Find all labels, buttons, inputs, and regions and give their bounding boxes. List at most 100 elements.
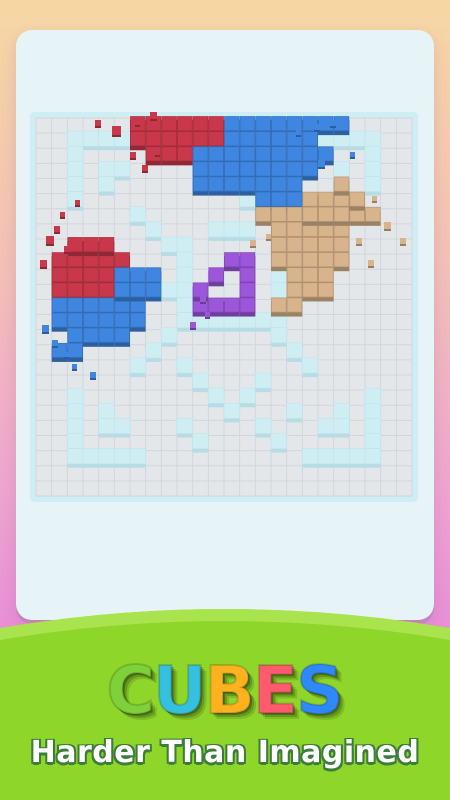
blue-cube: [239, 116, 256, 131]
wall-block: [67, 130, 84, 147]
debris-cube: [42, 325, 49, 332]
wall-block: [98, 448, 115, 465]
wall-block: [270, 433, 287, 449]
wall-block: [317, 418, 334, 434]
game-logo: CUBES: [0, 652, 450, 730]
blue-cube: [271, 116, 287, 131]
tan-cube: [349, 191, 365, 207]
wall-block: [349, 130, 366, 147]
logo-letter-b: B: [204, 652, 256, 729]
blue-cube: [318, 146, 334, 162]
wall-block: [302, 357, 319, 374]
wall-block: [302, 448, 319, 465]
red-cube: [98, 237, 115, 252]
red-cube: [177, 131, 193, 147]
debris-cube: [296, 130, 301, 135]
wall-block: [239, 221, 256, 238]
wall-block: [129, 448, 146, 465]
debris-cube: [95, 120, 101, 126]
wall-block: [364, 418, 381, 434]
debris-cube: [368, 260, 374, 266]
red-cube: [192, 116, 209, 131]
blue-cube: [286, 176, 303, 192]
wall-block: [161, 236, 178, 253]
debris-cube: [250, 240, 256, 246]
debris-cube: [266, 234, 271, 239]
blue-cube: [239, 146, 256, 162]
blue-cube: [208, 176, 224, 192]
blue-cube: [255, 116, 271, 131]
tan-cube: [286, 221, 303, 237]
wall-block: [208, 387, 225, 404]
purple-cube: [239, 297, 256, 313]
blue-cube: [98, 312, 115, 328]
blue-cube: [333, 116, 350, 131]
red-cube: [130, 131, 146, 147]
blue-cube: [271, 161, 287, 177]
tan-cube: [302, 191, 318, 207]
tan-cube: [302, 267, 318, 283]
debris-cube: [52, 340, 58, 346]
red-cube: [51, 267, 68, 283]
wall-block: [98, 130, 115, 147]
blue-cube: [130, 312, 146, 328]
debris-cube: [350, 152, 355, 157]
blue-cube: [145, 282, 162, 298]
red-cube: [51, 282, 68, 298]
red-cube: [161, 116, 177, 131]
blue-cube: [114, 312, 130, 328]
debris-cube: [135, 120, 140, 125]
blue-cube: [208, 161, 224, 177]
wall-block: [176, 251, 193, 268]
tan-cube: [271, 237, 287, 252]
tan-cube: [318, 282, 334, 298]
blue-cube: [83, 327, 99, 343]
blue-cube: [67, 312, 83, 328]
red-cube: [67, 267, 83, 283]
purple-cube: [192, 282, 209, 298]
blue-cube: [83, 312, 99, 328]
blue-cube: [302, 161, 318, 177]
tan-cube: [286, 252, 303, 268]
blue-cube: [255, 131, 271, 147]
blue-cube: [271, 176, 287, 192]
wall-block: [176, 297, 193, 313]
tan-cube: [333, 206, 350, 222]
blue-cube: [145, 267, 162, 283]
blue-cube: [286, 146, 303, 162]
red-cube: [83, 282, 99, 298]
debris-cube: [142, 165, 148, 171]
blue-cube: [224, 131, 240, 147]
tan-cube: [255, 206, 271, 222]
blue-cube: [239, 176, 256, 192]
wall-block: [67, 433, 84, 449]
blue-cube: [224, 146, 240, 162]
wall-block: [333, 161, 350, 177]
wall-block: [364, 145, 381, 162]
blue-cube: [192, 176, 209, 192]
wall-block: [255, 418, 272, 434]
tan-cube: [333, 237, 350, 252]
wall-block: [286, 402, 303, 419]
wall-block: [114, 161, 131, 177]
debris-cube: [150, 112, 157, 119]
debris-cube: [72, 364, 77, 369]
wall-block: [364, 402, 381, 419]
wall-block: [145, 342, 162, 359]
tan-cube: [302, 252, 318, 268]
tan-cube: [286, 267, 303, 283]
wall-block: [223, 221, 240, 238]
wall-block: [317, 448, 334, 465]
red-cube: [98, 267, 115, 283]
debris-cube: [372, 196, 377, 201]
tagline: Harder Than Imagined: [30, 735, 420, 770]
wall-block: [145, 221, 162, 238]
purple-cube: [239, 267, 256, 283]
purple-cube: [239, 282, 256, 298]
tan-cube: [271, 297, 287, 313]
wall-block: [364, 448, 381, 465]
wall-block: [270, 282, 287, 298]
blue-cube: [114, 282, 130, 298]
tan-cube: [271, 221, 287, 237]
red-cube: [83, 237, 99, 252]
